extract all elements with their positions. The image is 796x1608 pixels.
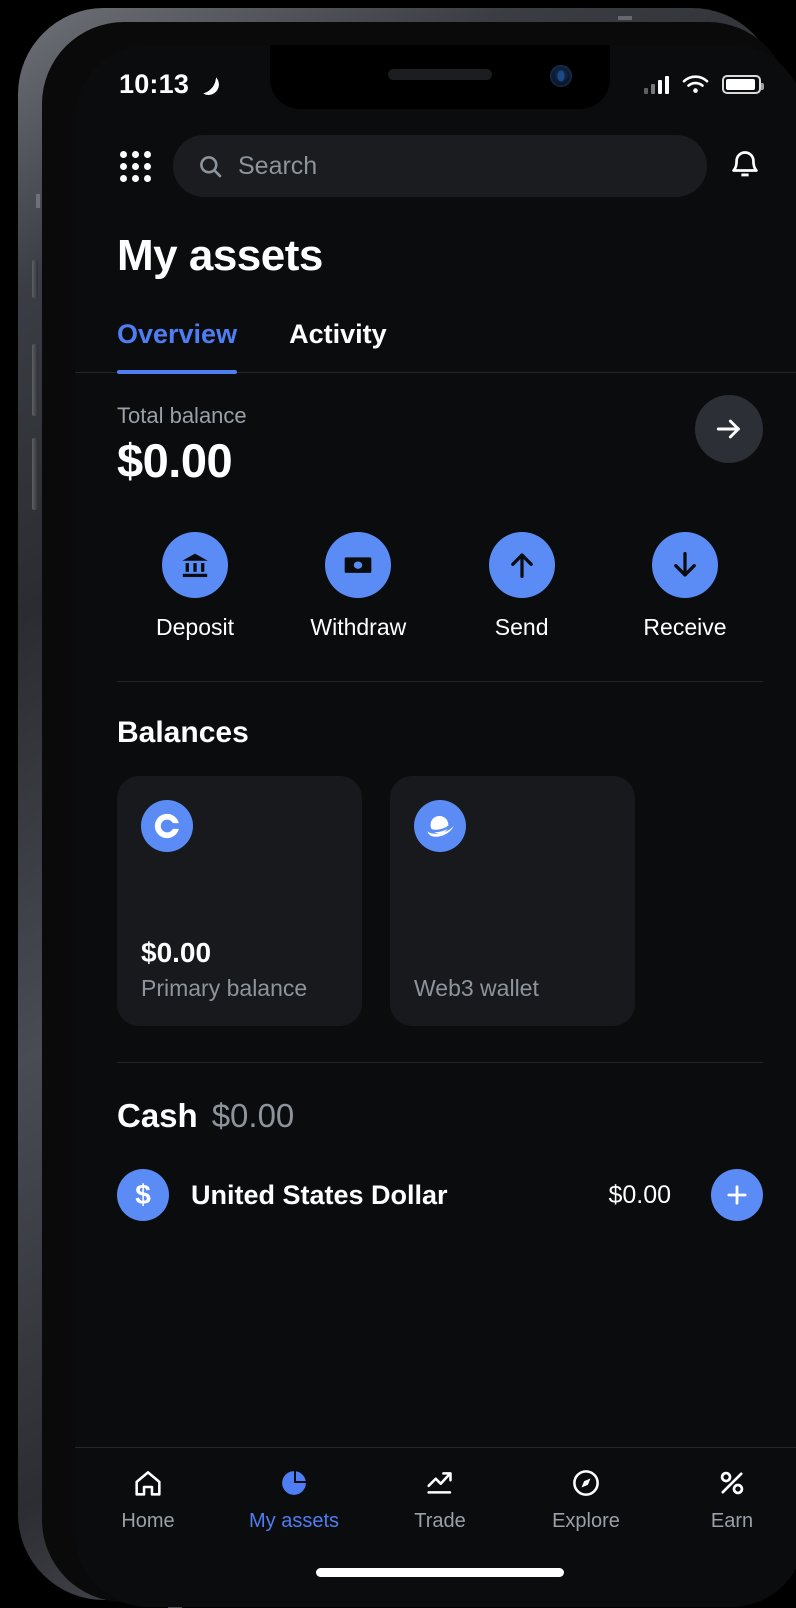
total-balance-text: Total balance $0.00 bbox=[117, 373, 247, 488]
total-balance-amount: $0.00 bbox=[117, 434, 233, 487]
silent-switch[interactable] bbox=[32, 260, 38, 298]
plus-icon bbox=[727, 1185, 747, 1205]
deposit-icon-circle bbox=[162, 532, 228, 598]
status-bar-left: 10:13 bbox=[119, 69, 219, 100]
dollar-icon: $ bbox=[117, 1169, 169, 1221]
antenna-band bbox=[618, 16, 632, 20]
coinbase-logo-icon bbox=[141, 800, 193, 852]
nav-item-my-assets[interactable]: My assets bbox=[234, 1466, 354, 1533]
tab-bar: Overview Activity bbox=[75, 291, 796, 374]
card-subtitle: Web3 wallet bbox=[414, 975, 539, 1001]
balance-card-primary[interactable]: $0.00 Primary balance bbox=[117, 776, 362, 1026]
nav-item-trade[interactable]: Trade bbox=[380, 1466, 500, 1533]
antenna-band bbox=[36, 194, 40, 208]
arrow-right-icon bbox=[716, 419, 740, 439]
notch bbox=[270, 45, 610, 109]
web3-wallet-icon bbox=[414, 800, 466, 852]
action-label: Deposit bbox=[156, 614, 234, 640]
cash-title: Cash bbox=[117, 1097, 198, 1134]
balance-card-web3[interactable]: Web3 wallet bbox=[390, 776, 635, 1026]
trend-up-icon bbox=[427, 1472, 452, 1494]
add-funds-button[interactable] bbox=[711, 1169, 763, 1221]
total-balance-section: Total balance $0.00 Deposit Withdraw Sen… bbox=[75, 373, 796, 681]
grid-menu-icon[interactable] bbox=[117, 148, 153, 184]
bottom-navigation: Home My assets Trade Explore Earn bbox=[75, 1447, 796, 1607]
app-content: Search My assets Overview Activity Total… bbox=[75, 109, 796, 1607]
cash-section: Cash $0.00 $ United States Dollar $0.00 bbox=[75, 1063, 796, 1251]
bell-icon[interactable] bbox=[727, 148, 763, 184]
home-icon bbox=[135, 1471, 161, 1496]
cash-amount: $0.00 bbox=[211, 1097, 295, 1134]
battery-icon bbox=[722, 74, 764, 94]
action-send[interactable]: Send bbox=[460, 532, 584, 641]
nav-label: Earn bbox=[710, 1510, 754, 1532]
volume-down-button[interactable] bbox=[32, 438, 38, 510]
cellular-signal-icon bbox=[643, 75, 669, 94]
earpiece-speaker bbox=[388, 69, 492, 80]
card-subtitle: Primary balance bbox=[141, 975, 308, 1001]
receive-icon-circle bbox=[651, 532, 718, 598]
nav-label: My assets bbox=[248, 1510, 340, 1532]
cash-header: Cash $0.00 bbox=[117, 1063, 763, 1135]
tab-activity[interactable]: Activity bbox=[289, 319, 387, 372]
search-icon bbox=[200, 155, 222, 177]
arrow-down-icon bbox=[674, 552, 696, 577]
banknote-icon bbox=[345, 557, 372, 573]
asset-name: United States Dollar bbox=[191, 1179, 448, 1210]
arrow-up-icon bbox=[510, 553, 533, 578]
status-time: 10:13 bbox=[119, 68, 190, 99]
nav-item-explore[interactable]: Explore bbox=[526, 1466, 646, 1533]
volume-up-button[interactable] bbox=[32, 344, 38, 416]
balances-section: Balances $0.00 Primary balance Web3 wall… bbox=[75, 682, 796, 1062]
action-label: Withdraw bbox=[310, 614, 407, 640]
front-camera-icon bbox=[550, 65, 572, 87]
balances-cards: $0.00 Primary balance Web3 wallet bbox=[117, 750, 763, 1062]
action-label: Send bbox=[494, 614, 549, 640]
screenshot-stage: 10:13 Search My assets Overview Activity… bbox=[0, 0, 796, 1608]
withdraw-icon-circle bbox=[325, 532, 392, 598]
action-deposit[interactable]: Deposit bbox=[133, 532, 257, 641]
nav-label: Home bbox=[121, 1510, 175, 1532]
phone-frame: 10:13 Search My assets Overview Activity… bbox=[18, 8, 796, 1608]
nav-item-earn[interactable]: Earn bbox=[672, 1466, 792, 1533]
search-input[interactable]: Search bbox=[238, 152, 317, 181]
status-bar-right bbox=[643, 74, 764, 94]
total-balance-row: Total balance $0.00 bbox=[117, 373, 763, 488]
bank-icon bbox=[182, 553, 208, 578]
card-amount: $0.00 bbox=[141, 937, 212, 968]
compass-icon bbox=[573, 1470, 599, 1496]
asset-value: $0.00 bbox=[608, 1180, 671, 1209]
send-icon-circle bbox=[488, 532, 555, 598]
nav-label: Explore bbox=[552, 1510, 620, 1532]
nav-item-home[interactable]: Home bbox=[88, 1466, 208, 1533]
quick-actions: Deposit Withdraw Send Receive bbox=[117, 488, 763, 681]
app-topbar: Search bbox=[75, 109, 796, 215]
total-balance-label: Total balance bbox=[117, 403, 247, 428]
home-indicator[interactable] bbox=[316, 1568, 564, 1577]
phone-bezel: 10:13 Search My assets Overview Activity… bbox=[42, 22, 796, 1607]
wifi-icon bbox=[682, 75, 709, 93]
asset-row-usd[interactable]: $ United States Dollar $0.00 bbox=[117, 1135, 763, 1251]
balances-title: Balances bbox=[117, 716, 249, 749]
action-receive[interactable]: Receive bbox=[623, 532, 747, 641]
phone-screen: 10:13 Search My assets Overview Activity… bbox=[75, 45, 796, 1607]
search-bar[interactable]: Search bbox=[173, 135, 707, 197]
tab-overview[interactable]: Overview bbox=[117, 319, 238, 374]
nav-label: Trade bbox=[414, 1510, 466, 1532]
moon-icon bbox=[198, 74, 219, 95]
pie-chart-icon bbox=[282, 1471, 306, 1495]
action-label: Receive bbox=[643, 614, 727, 640]
balance-detail-button[interactable] bbox=[695, 395, 763, 463]
action-withdraw[interactable]: Withdraw bbox=[296, 532, 420, 641]
percent-icon bbox=[720, 1471, 744, 1495]
page-title: My assets bbox=[117, 231, 323, 280]
